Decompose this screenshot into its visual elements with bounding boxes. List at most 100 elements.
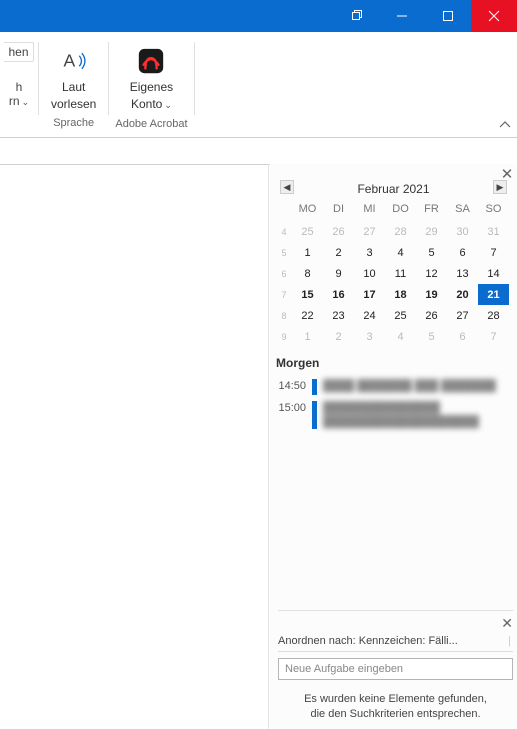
- agenda-heading: Morgen: [276, 356, 511, 370]
- calendar-prev-button[interactable]: ◀: [280, 180, 294, 194]
- calendar-day[interactable]: 27: [447, 305, 478, 326]
- calendar-day[interactable]: 28: [478, 305, 509, 326]
- acrobat-icon: [136, 44, 166, 78]
- tasks-empty-message: Es wurden keine Elemente gefunden,die de…: [278, 692, 513, 722]
- agenda-color-bar: [312, 401, 317, 429]
- chevron-up-icon: [499, 120, 511, 130]
- calendar-week-number: 6: [278, 263, 292, 284]
- calendar-day[interactable]: 3: [354, 242, 385, 263]
- calendar-day[interactable]: 27: [354, 221, 385, 242]
- calendar-week-number: 5: [278, 242, 292, 263]
- calendar-day[interactable]: 1: [292, 242, 323, 263]
- close-icon: [488, 10, 500, 22]
- calendar-day[interactable]: 26: [416, 305, 447, 326]
- calendar-day[interactable]: 3: [354, 326, 385, 347]
- calendar-day[interactable]: 19: [416, 284, 447, 305]
- calendar-day[interactable]: 25: [292, 221, 323, 242]
- calendar-day[interactable]: 31: [478, 221, 509, 242]
- calendar-week-number: 9: [278, 326, 292, 347]
- calendar-day[interactable]: 5: [416, 242, 447, 263]
- calendar-day[interactable]: 17: [354, 284, 385, 305]
- calendar-day[interactable]: 28: [385, 221, 416, 242]
- agenda-item[interactable]: 15:00███████████████ ███████████████████…: [276, 398, 511, 432]
- partial-button-frag-2[interactable]: h: [16, 80, 23, 94]
- minimize-button[interactable]: [379, 0, 425, 32]
- arrange-by-header[interactable]: Anordnen nach: Kennzeichen: Fälli... |: [278, 635, 513, 652]
- calendar-day[interactable]: 6: [447, 242, 478, 263]
- agenda-item[interactable]: 14:50 ████ ███████ ███ ███████: [276, 376, 511, 398]
- agenda: Morgen 14:50 ████ ███████ ███ ███████ 15:0…: [276, 356, 511, 432]
- calendar-title: Februar 2021: [357, 182, 429, 196]
- calendar-day[interactable]: 29: [416, 221, 447, 242]
- partial-button-frag-1[interactable]: hen: [4, 42, 33, 62]
- maximize-icon: [442, 10, 454, 22]
- restore-icon: [350, 10, 362, 22]
- read-aloud-label-2: vorlesen: [51, 97, 96, 112]
- reading-pane: [0, 164, 269, 729]
- maximize-button[interactable]: [425, 0, 471, 32]
- todo-bar: ✕ ◀ Februar 2021 ▶ MODIMIDOFRSASO4252627…: [270, 164, 517, 729]
- calendar-day-header: MI: [354, 200, 385, 221]
- calendar-week-number: 8: [278, 305, 292, 326]
- calendar-day[interactable]: 14: [478, 263, 509, 284]
- calendar-day[interactable]: 9: [323, 263, 354, 284]
- agenda-subject: ███████████████ ████████████████████: [323, 401, 511, 429]
- calendar-day[interactable]: 15: [292, 284, 323, 305]
- group-label-sprache: Sprache: [53, 114, 94, 134]
- close-tasks-button[interactable]: ✕: [501, 615, 513, 632]
- calendar-day[interactable]: 11: [385, 263, 416, 284]
- calendar-day[interactable]: 12: [416, 263, 447, 284]
- calendar-day[interactable]: 10: [354, 263, 385, 284]
- calendar-day[interactable]: 21: [478, 284, 509, 305]
- calendar-day[interactable]: 16: [323, 284, 354, 305]
- new-task-input[interactable]: Neue Aufgabe eingeben: [278, 658, 513, 680]
- mini-calendar: ◀ Februar 2021 ▶ MODIMIDOFRSASO425262728…: [278, 178, 509, 347]
- calendar-day[interactable]: 25: [385, 305, 416, 326]
- calendar-day-header: SA: [447, 200, 478, 221]
- read-aloud-icon: A: [60, 44, 88, 78]
- tasks-pane: ✕ Anordnen nach: Kennzeichen: Fälli... |…: [278, 610, 513, 723]
- calendar-day[interactable]: 4: [385, 242, 416, 263]
- calendar-next-button[interactable]: ▶: [493, 180, 507, 194]
- calendar-day[interactable]: 7: [478, 242, 509, 263]
- agenda-time: 14:50: [276, 379, 312, 392]
- ribbon-partial-group: hen h rn⌄: [0, 36, 38, 137]
- partial-button-frag-3[interactable]: rn⌄: [9, 94, 29, 109]
- calendar-day[interactable]: 2: [323, 326, 354, 347]
- calendar-day[interactable]: 6: [447, 326, 478, 347]
- calendar-day[interactable]: 4: [385, 326, 416, 347]
- calendar-day[interactable]: 26: [323, 221, 354, 242]
- agenda-subject: ████ ███████ ███ ███████: [323, 379, 511, 393]
- calendar-day[interactable]: 13: [447, 263, 478, 284]
- calendar-day-header: MO: [292, 200, 323, 221]
- svg-text:A: A: [63, 50, 75, 70]
- ribbon-separator: [194, 42, 195, 115]
- calendar-day-header: DI: [323, 200, 354, 221]
- collapse-ribbon-button[interactable]: [499, 119, 511, 133]
- agenda-color-bar: [312, 379, 317, 395]
- calendar-grid: MODIMIDOFRSASO42526272829303151234567689…: [278, 200, 509, 347]
- content-area: ✕ ◀ Februar 2021 ▶ MODIMIDOFRSASO4252627…: [0, 164, 517, 729]
- calendar-day[interactable]: 20: [447, 284, 478, 305]
- calendar-day[interactable]: 24: [354, 305, 385, 326]
- acrobat-account-button[interactable]: Eigenes Konto⌄: [124, 38, 179, 115]
- restore-down-extra-button[interactable]: [333, 0, 379, 32]
- read-aloud-button[interactable]: A Laut vorlesen: [45, 38, 102, 114]
- acrobat-label-2: Konto⌄: [131, 97, 172, 113]
- ribbon: hen h rn⌄ A Laut vorlesen Sprache Eigene: [0, 32, 517, 138]
- calendar-day[interactable]: 2: [323, 242, 354, 263]
- calendar-day[interactable]: 7: [478, 326, 509, 347]
- calendar-day[interactable]: 23: [323, 305, 354, 326]
- calendar-week-number: 4: [278, 221, 292, 242]
- calendar-day[interactable]: 1: [292, 326, 323, 347]
- calendar-day[interactable]: 22: [292, 305, 323, 326]
- calendar-day[interactable]: 5: [416, 326, 447, 347]
- close-button[interactable]: [471, 0, 517, 32]
- calendar-day[interactable]: 18: [385, 284, 416, 305]
- calendar-day-header: DO: [385, 200, 416, 221]
- window-titlebar: [0, 0, 517, 32]
- calendar-day[interactable]: 8: [292, 263, 323, 284]
- calendar-day[interactable]: 30: [447, 221, 478, 242]
- ribbon-group-sprache: A Laut vorlesen Sprache: [39, 36, 108, 137]
- calendar-day-header: FR: [416, 200, 447, 221]
